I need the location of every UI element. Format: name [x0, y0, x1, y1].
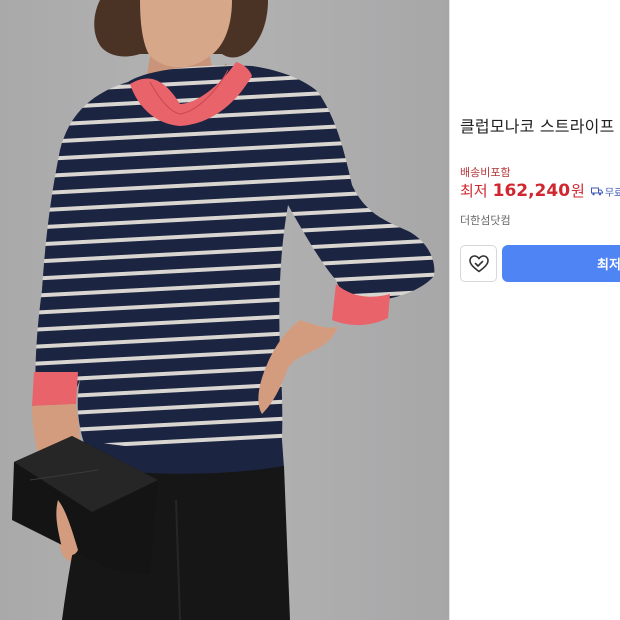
price-unit: 원	[571, 182, 585, 200]
shipping-included-label: 배송비포함	[460, 166, 511, 179]
seller-name[interactable]: 더한섬닷컴	[460, 212, 511, 228]
price-prefix: 최저	[460, 182, 488, 200]
price-value: 162,240	[492, 181, 571, 201]
lowest-price-button[interactable]: 최저	[502, 245, 620, 282]
model-illustration	[12, 0, 435, 620]
product-info-panel: 클럽모나코 스트라이프 스 배송비포함 최저 162,240 원 무료 더한섬닷…	[450, 0, 620, 620]
price-row: 최저 162,240 원 무료	[460, 180, 620, 206]
product-image[interactable]	[0, 0, 449, 620]
free-delivery-label: 무료	[604, 188, 620, 199]
free-delivery-badge: 무료	[590, 184, 620, 199]
truck-icon	[590, 187, 603, 196]
heart-check-icon	[468, 254, 489, 272]
wishlist-button[interactable]	[460, 245, 497, 282]
product-title[interactable]: 클럽모나코 스트라이프 스	[460, 113, 620, 137]
